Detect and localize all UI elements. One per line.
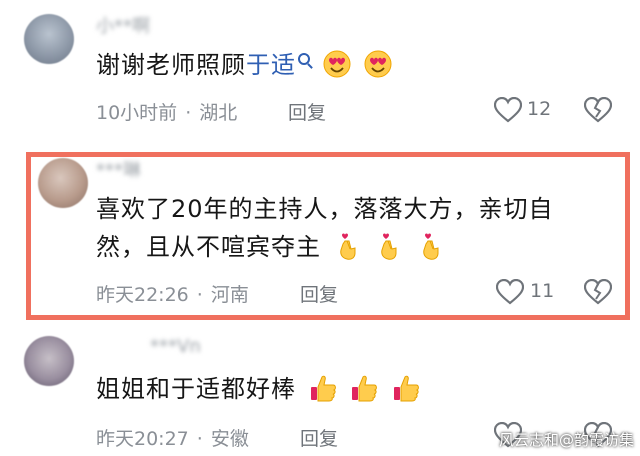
heart-outline-icon[interactable] [496, 279, 524, 305]
like-count: 12 [527, 98, 552, 120]
comment-time: 10小时前 [96, 102, 178, 124]
avatar[interactable] [24, 14, 74, 64]
broken-heart-icon[interactable] [584, 279, 612, 305]
search-icon[interactable] [298, 53, 310, 65]
comment-location: 安徽 [210, 428, 249, 450]
finger-heart-emoji [381, 233, 397, 260]
avatar[interactable] [24, 336, 74, 386]
comment-text-line2: 然，且从不喧宾夺主 [96, 233, 321, 261]
heart-outline-icon[interactable] [494, 97, 522, 123]
like-count: 11 [530, 280, 555, 302]
thumbs-up-emoji [352, 375, 378, 402]
comment-text-plain: 谢谢老师照顾 [96, 51, 246, 79]
finger-heart-emoji [423, 233, 439, 260]
broken-heart-icon[interactable] [584, 97, 612, 123]
comment-time: 昨天20:27 [96, 428, 189, 450]
comment-location: 河南 [210, 284, 249, 306]
comment-text-line2-wrap: 然，且从不喧宾夺主 [96, 228, 554, 266]
username[interactable]: ***Vn [150, 336, 201, 357]
watermark: 风云志和@韵霞访集 [498, 431, 634, 449]
username[interactable]: 小**啊 [96, 12, 150, 38]
reply-button[interactable]: 回复 [300, 280, 338, 307]
comment-text: 姐姐和于适都好棒 [96, 370, 421, 408]
comment-text-line1: 喜欢了20年的主持人，落落大方，亲切自 [96, 195, 554, 223]
comment-meta: 昨天22:26 · 河南 [96, 284, 249, 306]
finger-heart-emoji [339, 233, 356, 260]
comment-location: 湖北 [199, 102, 238, 124]
comment-text: 喜欢了20年的主持人，落落大方，亲切自 然，且从不喧宾夺主 [96, 190, 554, 266]
avatar[interactable] [38, 158, 88, 208]
comment-meta: 昨天20:27 · 安徽 [96, 428, 249, 450]
heart-eyes-emoji [364, 50, 392, 78]
mention-link[interactable]: 于适 [246, 51, 296, 79]
comment-text-plain: 姐姐和于适都好棒 [96, 375, 296, 403]
username[interactable]: ***琳 [96, 156, 141, 182]
thumbs-up-emoji [393, 375, 419, 402]
reply-button[interactable]: 回复 [288, 98, 326, 125]
thumbs-up-emoji [310, 375, 336, 402]
comment-time: 昨天22:26 [96, 284, 189, 306]
comment-meta: 10小时前 · 湖北 [96, 102, 238, 124]
heart-eyes-emoji [323, 50, 351, 78]
reply-button[interactable]: 回复 [300, 424, 338, 451]
comment-text: 谢谢老师照顾于适 [96, 46, 393, 84]
